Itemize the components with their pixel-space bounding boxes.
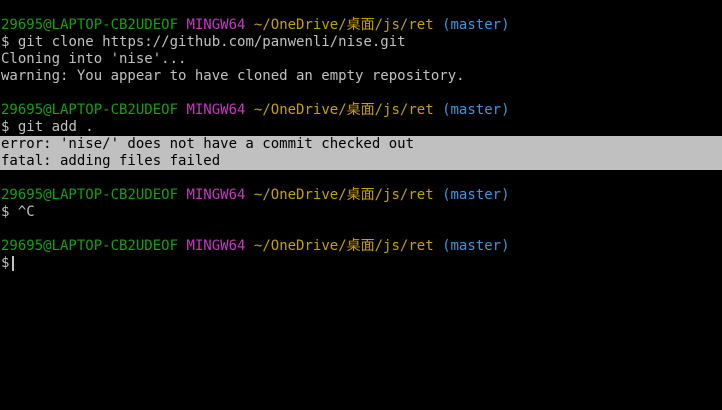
command-line: $ git clone https://github.com/panwenli/… — [0, 34, 722, 51]
prompt-system: MINGW64 — [186, 102, 246, 118]
prompt-line: 29695@LAPTOP-CB2UDEOF MINGW64 ~/OneDrive… — [0, 17, 722, 34]
selected-output-line[interactable]: error: 'nise/' does not have a commit ch… — [0, 136, 722, 153]
output-line: Cloning into 'nise'... — [1, 51, 187, 67]
terminal-window[interactable]: 29695@LAPTOP-CB2UDEOF MINGW64 ~/OneDrive… — [0, 0, 722, 410]
prompt-line: 29695@LAPTOP-CB2UDEOF MINGW64 ~/OneDrive… — [0, 238, 722, 255]
prompt-system: MINGW64 — [186, 17, 246, 33]
prompt-path: ~/OneDrive/桌面/js/ret — [253, 102, 434, 118]
prompt-symbol: $ — [1, 255, 10, 271]
prompt-path: ~/OneDrive/桌面/js/ret — [253, 238, 434, 254]
prompt-line: 29695@LAPTOP-CB2UDEOF MINGW64 ~/OneDrive… — [0, 102, 722, 119]
selected-output-line[interactable]: fatal: adding files failed — [0, 153, 722, 170]
command-line: $ ^C — [0, 204, 722, 221]
prompt-branch: (master) — [442, 187, 510, 203]
command-line: $ git add . — [0, 119, 722, 136]
command-text: ^C — [17, 204, 35, 220]
input-line[interactable]: $ — [0, 255, 722, 272]
prompt-branch: (master) — [442, 102, 510, 118]
prompt-user-host: 29695@LAPTOP-CB2UDEOF — [1, 17, 179, 33]
prompt-symbol: $ — [1, 34, 10, 50]
prompt-path: ~/OneDrive/桌面/js/ret — [253, 17, 434, 33]
prompt-system: MINGW64 — [186, 187, 246, 203]
prompt-symbol: $ — [1, 119, 10, 135]
output-line: warning: You appear to have cloned an em… — [1, 68, 465, 84]
text-cursor[interactable] — [12, 255, 15, 271]
command-text: git add . — [17, 119, 94, 135]
prompt-user-host: 29695@LAPTOP-CB2UDEOF — [1, 187, 179, 203]
command-text: git clone https://github.com/panwenli/ni… — [17, 34, 406, 50]
prompt-user-host: 29695@LAPTOP-CB2UDEOF — [1, 102, 179, 118]
prompt-symbol: $ — [1, 204, 10, 220]
prompt-line: 29695@LAPTOP-CB2UDEOF MINGW64 ~/OneDrive… — [0, 187, 722, 204]
prompt-user-host: 29695@LAPTOP-CB2UDEOF — [1, 238, 179, 254]
prompt-branch: (master) — [442, 17, 510, 33]
prompt-system: MINGW64 — [186, 238, 246, 254]
prompt-path: ~/OneDrive/桌面/js/ret — [253, 187, 434, 203]
prompt-branch: (master) — [442, 238, 510, 254]
